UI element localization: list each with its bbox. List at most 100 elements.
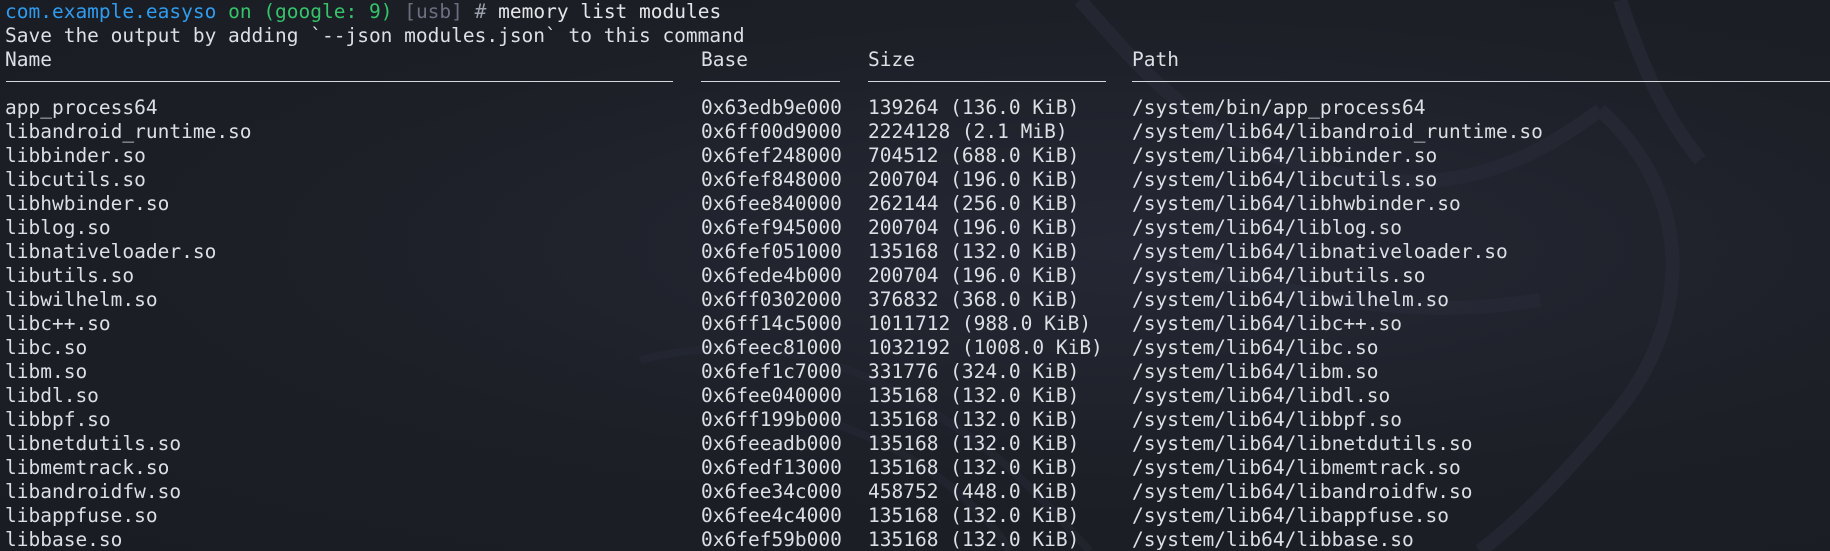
hint-line: Save the output by adding `--json module…: [5, 24, 745, 47]
module-path: /system/lib64/libbpf.so: [1132, 408, 1403, 431]
module-base: 0x6feeadb000: [701, 432, 842, 455]
module-path: /system/lib64/libc++.so: [1132, 312, 1403, 335]
divider-path: [1132, 81, 1830, 82]
module-name: liblog.so: [5, 216, 111, 239]
module-path: /system/bin/app_process64: [1132, 96, 1426, 119]
module-size: 331776 (324.0 KiB): [868, 360, 1080, 383]
module-path: /system/lib64/libcutils.so: [1132, 168, 1438, 191]
prompt-on: on: [228, 0, 252, 23]
table-row: libhwbinder.so 0x6fee840000 262144 (256.0 …: [5, 192, 1830, 216]
header-name: Name: [5, 48, 52, 71]
table-row: libandroidfw.so 0x6fee34c000 458752 (448.0…: [5, 480, 1830, 504]
module-size: 200704 (196.0 KiB): [868, 216, 1080, 239]
divider-size: [868, 81, 1106, 82]
module-base: 0x6ff14c5000: [701, 312, 842, 335]
module-path: /system/lib64/libdl.so: [1132, 384, 1391, 407]
module-size: 200704 (196.0 KiB): [868, 264, 1080, 287]
module-base: 0x6ff0302000: [701, 288, 842, 311]
table-header: Name Base Size Path: [5, 48, 1830, 72]
module-path: /system/lib64/libnativeloader.so: [1132, 240, 1508, 263]
table-row: libbpf.so 0x6ff199b000 135168 (132.0 KiB) /…: [5, 408, 1830, 432]
table-row: libdl.so 0x6fee040000 135168 (132.0 KiB) /s…: [5, 384, 1830, 408]
module-base: 0x63edb9e000: [701, 96, 842, 119]
table-row: libc++.so 0x6ff14c5000 1011712 (988.0 KiB)…: [5, 312, 1830, 336]
module-name: libbinder.so: [5, 144, 146, 167]
module-size: 135168 (132.0 KiB): [868, 408, 1080, 431]
module-path: /system/lib64/libhwbinder.so: [1132, 192, 1461, 215]
table-row: libcutils.so 0x6fef848000 200704 (196.0 Ki…: [5, 168, 1830, 192]
module-path: /system/lib64/libbinder.so: [1132, 144, 1438, 167]
module-base: 0x6ff00d9000: [701, 120, 842, 143]
module-path: /system/lib64/libappfuse.so: [1132, 504, 1449, 527]
module-name: libwilhelm.so: [5, 288, 158, 311]
module-path: /system/lib64/libandroidfw.so: [1132, 480, 1473, 503]
module-size: 135168 (132.0 KiB): [868, 528, 1080, 551]
module-name: libandroidfw.so: [5, 480, 182, 503]
module-base: 0x6fede4b000: [701, 264, 842, 287]
module-size: 135168 (132.0 KiB): [868, 504, 1080, 527]
module-size: 135168 (132.0 KiB): [868, 456, 1080, 479]
module-size: 262144 (256.0 KiB): [868, 192, 1080, 215]
table-row: libbinder.so 0x6fef248000 704512 (688.0 Ki…: [5, 144, 1830, 168]
module-size: 135168 (132.0 KiB): [868, 384, 1080, 407]
module-path: /system/lib64/libm.so: [1132, 360, 1379, 383]
module-base: 0x6fef1c7000: [701, 360, 842, 383]
module-base: 0x6fee34c000: [701, 480, 842, 503]
module-size: 704512 (688.0 KiB): [868, 144, 1080, 167]
module-name: libm.so: [5, 360, 88, 383]
module-name: app_process64: [5, 96, 158, 119]
module-name: libappfuse.so: [5, 504, 158, 527]
module-path: /system/lib64/libnetdutils.so: [1132, 432, 1473, 455]
prompt-command: memory list modules: [498, 0, 722, 23]
table-row: libandroid_runtime.so 0x6ff00d9000 2224128…: [5, 120, 1830, 144]
module-path: /system/lib64/libwilhelm.so: [1132, 288, 1449, 311]
module-size: 135168 (132.0 KiB): [868, 240, 1080, 263]
table-row: liblog.so 0x6fef945000 200704 (196.0 KiB) /…: [5, 216, 1830, 240]
module-name: libbase.so: [5, 528, 123, 551]
module-path: /system/lib64/libbase.so: [1132, 528, 1414, 551]
module-path: /system/lib64/libmemtrack.so: [1132, 456, 1461, 479]
module-base: 0x6fef59b000: [701, 528, 842, 551]
divider-name: [6, 81, 673, 82]
module-base: 0x6fef945000: [701, 216, 842, 239]
table-row: libutils.so 0x6fede4b000 200704 (196.0 KiB…: [5, 264, 1830, 288]
module-size: 376832 (368.0 KiB): [868, 288, 1080, 311]
module-name: libhwbinder.so: [5, 192, 170, 215]
header-base: Base: [701, 48, 748, 71]
module-name: libutils.so: [5, 264, 135, 287]
module-base: 0x6fee840000: [701, 192, 842, 215]
table-row: libmemtrack.so 0x6fedf13000 135168 (132.0 …: [5, 456, 1830, 480]
table-row: libwilhelm.so 0x6ff0302000 376832 (368.0 K…: [5, 288, 1830, 312]
module-base: 0x6feec81000: [701, 336, 842, 359]
module-size: 458752 (448.0 KiB): [868, 480, 1080, 503]
module-name: libc++.so: [5, 312, 111, 335]
module-size: 135168 (132.0 KiB): [868, 432, 1080, 455]
module-name: libnativeloader.so: [5, 240, 217, 263]
terminal-window[interactable]: com.example.easyso on (google: 9) [usb] …: [5, 0, 1830, 551]
module-name: libbpf.so: [5, 408, 111, 431]
module-base: 0x6fee040000: [701, 384, 842, 407]
module-base: 0x6fee4c4000: [701, 504, 842, 527]
prompt-package: com.example.easyso: [5, 0, 217, 23]
table-row: libm.so 0x6fef1c7000 331776 (324.0 KiB) /sy…: [5, 360, 1830, 384]
module-name: libandroid_runtime.so: [5, 120, 252, 143]
module-base: 0x6fedf13000: [701, 456, 842, 479]
prompt-hash: #: [474, 0, 487, 23]
module-table-body: app_process64 0x63edb9e000 139264 (136.0 K…: [5, 96, 1830, 551]
divider-base: [701, 81, 840, 82]
module-path: /system/lib64/libandroid_runtime.so: [1132, 120, 1543, 143]
header-size: Size: [868, 48, 915, 71]
module-name: libdl.so: [5, 384, 99, 407]
module-name: libcutils.so: [5, 168, 146, 191]
module-path: /system/lib64/liblog.so: [1132, 216, 1403, 239]
module-name: libnetdutils.so: [5, 432, 182, 455]
table-row: libbase.so 0x6fef59b000 135168 (132.0 KiB)…: [5, 528, 1830, 551]
module-name: libc.so: [5, 336, 88, 359]
table-row: libnetdutils.so 0x6feeadb000 135168 (132.0…: [5, 432, 1830, 456]
module-name: libmemtrack.so: [5, 456, 170, 479]
module-path: /system/lib64/libc.so: [1132, 336, 1379, 359]
module-size: 1011712 (988.0 KiB): [868, 312, 1092, 335]
module-size: 2224128 (2.1 MiB): [868, 120, 1068, 143]
table-row: libappfuse.so 0x6fee4c4000 135168 (132.0 K…: [5, 504, 1830, 528]
module-size: 139264 (136.0 KiB): [868, 96, 1080, 119]
